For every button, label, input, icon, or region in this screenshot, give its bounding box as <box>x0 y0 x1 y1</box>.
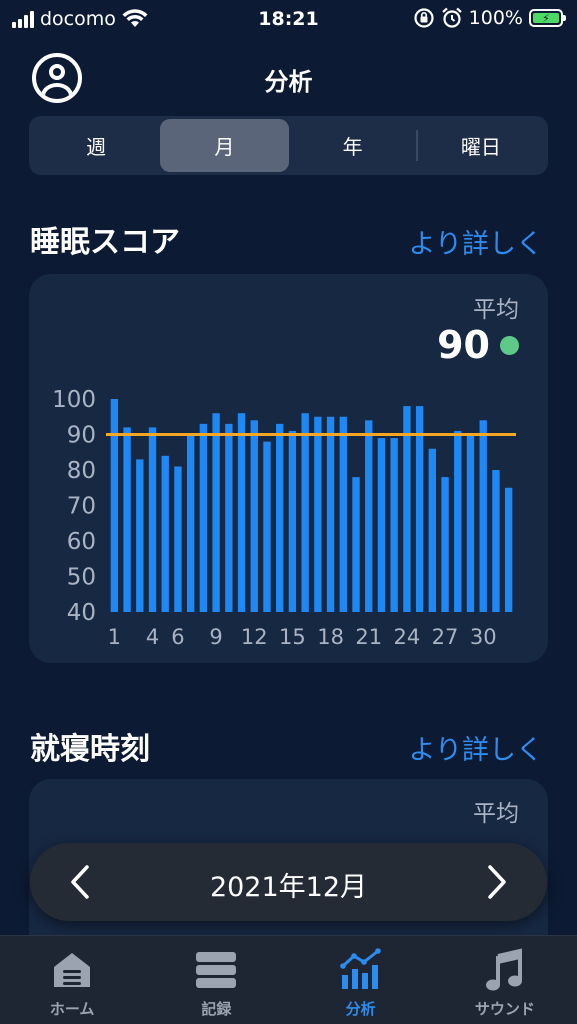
score-bar <box>479 420 487 612</box>
score-bar <box>326 416 335 612</box>
score-bar <box>466 434 475 612</box>
score-bar <box>161 455 169 612</box>
score-bar <box>428 448 437 612</box>
score-bar <box>352 477 360 612</box>
orientation-lock-icon <box>414 8 434 28</box>
y-tick-label: 100 <box>52 387 96 413</box>
tab-home[interactable]: ホーム <box>0 936 144 1024</box>
score-bar <box>288 430 297 612</box>
score-bar <box>415 406 424 612</box>
segment-year[interactable]: 年 <box>289 119 417 172</box>
tab-analysis-label: 分析 <box>345 1000 376 1018</box>
x-tick-label: 1 <box>108 625 121 649</box>
score-bar <box>148 427 157 612</box>
segment-week[interactable]: 週 <box>32 119 160 172</box>
y-tick-label: 60 <box>67 529 96 555</box>
score-bar <box>365 420 373 612</box>
score-bar <box>504 487 513 612</box>
status-bar: docomo 18:21 100% ⚡ <box>0 0 577 40</box>
score-bar <box>377 438 386 612</box>
score-bar <box>186 434 195 612</box>
tab-analysis[interactable]: 分析 <box>289 936 433 1024</box>
month-navigator: 2021年12月 <box>30 843 547 921</box>
score-bar <box>225 423 233 612</box>
tab-sound[interactable]: サウンド <box>433 936 577 1024</box>
x-tick-label: 6 <box>171 625 184 649</box>
tab-records-label: 記録 <box>201 1000 232 1018</box>
next-month-button[interactable] <box>477 862 517 902</box>
battery-percent: 100% <box>468 7 523 29</box>
y-tick-label: 40 <box>67 600 96 626</box>
tab-sound-label: サウンド <box>474 1000 535 1018</box>
score-bar <box>174 466 182 612</box>
tab-records[interactable]: 記録 <box>144 936 288 1024</box>
sleep-score-chart: 100 90 80 70 60 50 40 1 4 6 9 12 15 18 21 24 27 30 <box>52 387 516 649</box>
segment-weekday[interactable]: 曜日 <box>417 119 545 172</box>
score-bar <box>123 427 131 612</box>
analysis-icon <box>339 948 383 992</box>
period-segmented-control: 週 月 年 曜日 <box>29 116 548 175</box>
y-tick-label: 80 <box>67 458 96 484</box>
x-tick-label: 9 <box>209 625 222 649</box>
score-bar <box>390 438 398 612</box>
alarm-icon <box>441 7 462 28</box>
home-icon <box>50 948 94 992</box>
score-bar <box>441 477 449 612</box>
bedtime-title: 就寝時刻 <box>30 732 150 767</box>
score-bar <box>136 459 144 612</box>
score-bar <box>339 416 347 612</box>
score-bar <box>263 441 271 612</box>
score-bar <box>237 413 246 612</box>
records-icon <box>194 948 238 992</box>
sleep-score-card[interactable]: 平均 90 100 90 80 70 60 50 40 1 4 6 9 12 15 18 21 24 27 30 <box>29 274 548 663</box>
y-tick-label: 90 <box>67 423 96 449</box>
chevron-right-icon <box>488 865 506 899</box>
score-bar <box>110 399 119 612</box>
y-tick-label: 50 <box>67 565 96 591</box>
y-tick-label: 70 <box>67 494 96 520</box>
score-bar <box>454 430 462 612</box>
bedtime-avg-label: 平均 <box>473 801 519 827</box>
x-tick-label: 18 <box>317 625 344 649</box>
segment-month[interactable]: 月 <box>160 119 289 172</box>
bedtime-more-link[interactable]: より詳しく <box>409 728 543 767</box>
tab-bar: ホーム 記録 分析 サウンド <box>0 935 577 1024</box>
score-bar <box>403 406 411 612</box>
x-tick-label: 27 <box>432 625 459 649</box>
sleep-score-more-link[interactable]: より詳しく <box>409 222 543 261</box>
score-bar <box>276 423 284 612</box>
score-bar <box>199 423 208 612</box>
x-tick-label: 4 <box>146 625 159 649</box>
x-tick-label: 12 <box>241 625 268 649</box>
score-bar <box>314 416 322 612</box>
page-title: 分析 <box>264 68 313 96</box>
x-tick-label: 30 <box>470 625 497 649</box>
status-right-group: 100% ⚡ <box>413 7 566 29</box>
tab-home-label: ホーム <box>49 1000 95 1018</box>
score-bar <box>301 413 309 612</box>
x-tick-label: 15 <box>279 625 306 649</box>
x-tick-label: 21 <box>355 625 382 649</box>
header: 分析 <box>0 50 577 104</box>
x-tick-label: 24 <box>394 625 421 649</box>
score-bar <box>250 420 258 612</box>
music-note-icon <box>483 948 527 992</box>
sleep-score-title: 睡眠スコア <box>30 225 180 260</box>
battery-icon: ⚡ <box>529 9 566 27</box>
score-bar <box>212 413 220 612</box>
score-bar <box>492 470 500 612</box>
segment-divider <box>416 130 418 161</box>
current-month-label: 2021年12月 <box>209 872 368 903</box>
